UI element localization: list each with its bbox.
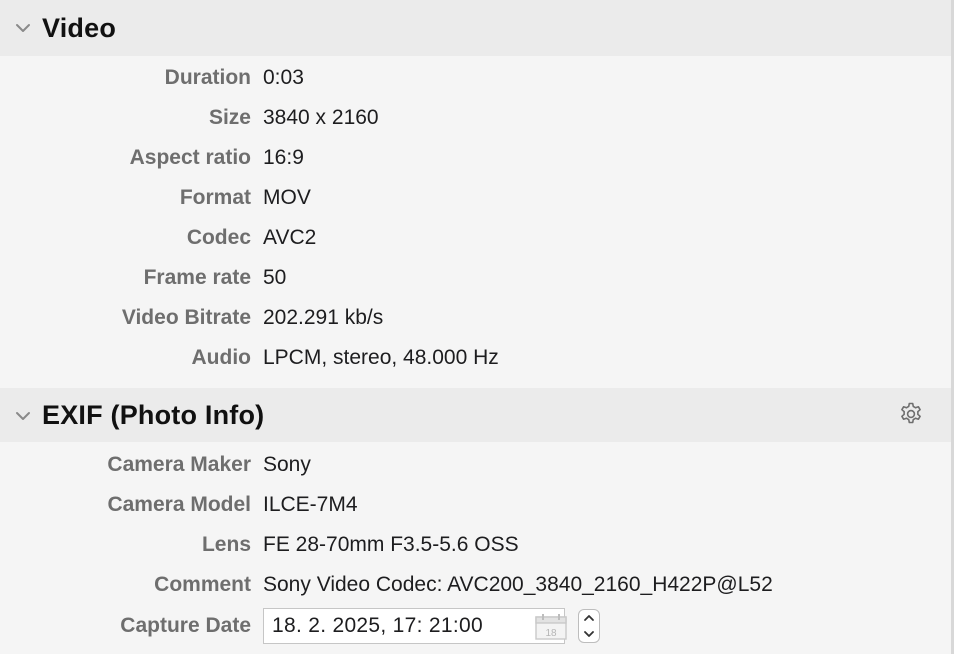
row-value: MOV	[263, 186, 311, 209]
row-value: ILCE-7M4	[263, 493, 358, 516]
row-label: Capture Date	[120, 614, 251, 637]
chevron-down-icon[interactable]	[14, 19, 32, 37]
calendar-icon[interactable]: 18	[534, 613, 568, 641]
stepper-down-icon[interactable]	[583, 630, 595, 638]
exif-section-header[interactable]: EXIF (Photo Info)	[0, 388, 951, 442]
section-title-exif: EXIF (Photo Info)	[42, 400, 265, 430]
row-value: 16:9	[263, 146, 304, 169]
video-section-header[interactable]: Video	[0, 0, 951, 56]
row-value: FE 28-70mm F3.5-5.6 OSS	[263, 533, 519, 556]
row-label: Aspect ratio	[129, 146, 251, 169]
stepper-up-icon[interactable]	[583, 614, 595, 622]
calendar-day-text: 18	[545, 628, 557, 639]
row-value: Sony	[263, 453, 311, 476]
row-value: Sony Video Codec: AVC200_3840_2160_H422P…	[263, 573, 773, 596]
row-value: 202.291 kb/s	[263, 306, 384, 329]
section-title-video: Video	[42, 13, 117, 43]
info-row-frame-rate: Frame rate 50	[0, 258, 954, 298]
row-label: Audio	[191, 346, 251, 369]
info-row-capture-date: Capture Date 18. 2. 2025, 17: 21:00 18	[0, 606, 954, 646]
row-value: LPCM, stereo, 48.000 Hz	[263, 346, 499, 369]
info-row-audio: Audio LPCM, stereo, 48.000 Hz	[0, 338, 954, 378]
info-row-camera-maker: Camera Maker Sony	[0, 445, 954, 485]
row-label: Video Bitrate	[121, 306, 251, 329]
row-label: Format	[179, 186, 251, 209]
row-value: 50	[263, 266, 287, 289]
row-label: Size	[208, 106, 251, 129]
info-row-video-bitrate: Video Bitrate 202.291 kb/s	[0, 298, 954, 338]
info-row-size: Size 3840 x 2160	[0, 98, 954, 138]
row-label: Frame rate	[143, 266, 251, 289]
gear-icon[interactable]	[897, 400, 925, 428]
info-row-duration: Duration 0:03	[0, 58, 954, 98]
date-stepper[interactable]	[578, 609, 600, 643]
capture-date-field[interactable]: 18. 2. 2025, 17: 21:00 18	[263, 608, 568, 644]
row-label: Camera Model	[107, 493, 251, 516]
row-value: 0:03	[263, 66, 304, 89]
capture-date-value[interactable]: 18. 2. 2025, 17: 21:00	[272, 614, 483, 638]
info-row-format: Format MOV	[0, 178, 954, 218]
info-row-camera-model: Camera Model ILCE-7M4	[0, 485, 954, 525]
chevron-down-icon[interactable]	[14, 407, 32, 425]
info-row-comment: Comment Sony Video Codec: AVC200_3840_21…	[0, 565, 954, 605]
row-value: 3840 x 2160	[263, 106, 379, 129]
row-label: Lens	[201, 533, 251, 556]
row-label: Duration	[164, 66, 251, 89]
info-row-aspect-ratio: Aspect ratio 16:9	[0, 138, 954, 178]
info-row-lens: Lens FE 28-70mm F3.5-5.6 OSS	[0, 525, 954, 565]
row-label: Comment	[154, 573, 251, 596]
row-value: AVC2	[263, 226, 317, 249]
row-label: Camera Maker	[107, 453, 251, 476]
info-row-codec: Codec AVC2	[0, 218, 954, 258]
row-label: Codec	[186, 226, 251, 249]
